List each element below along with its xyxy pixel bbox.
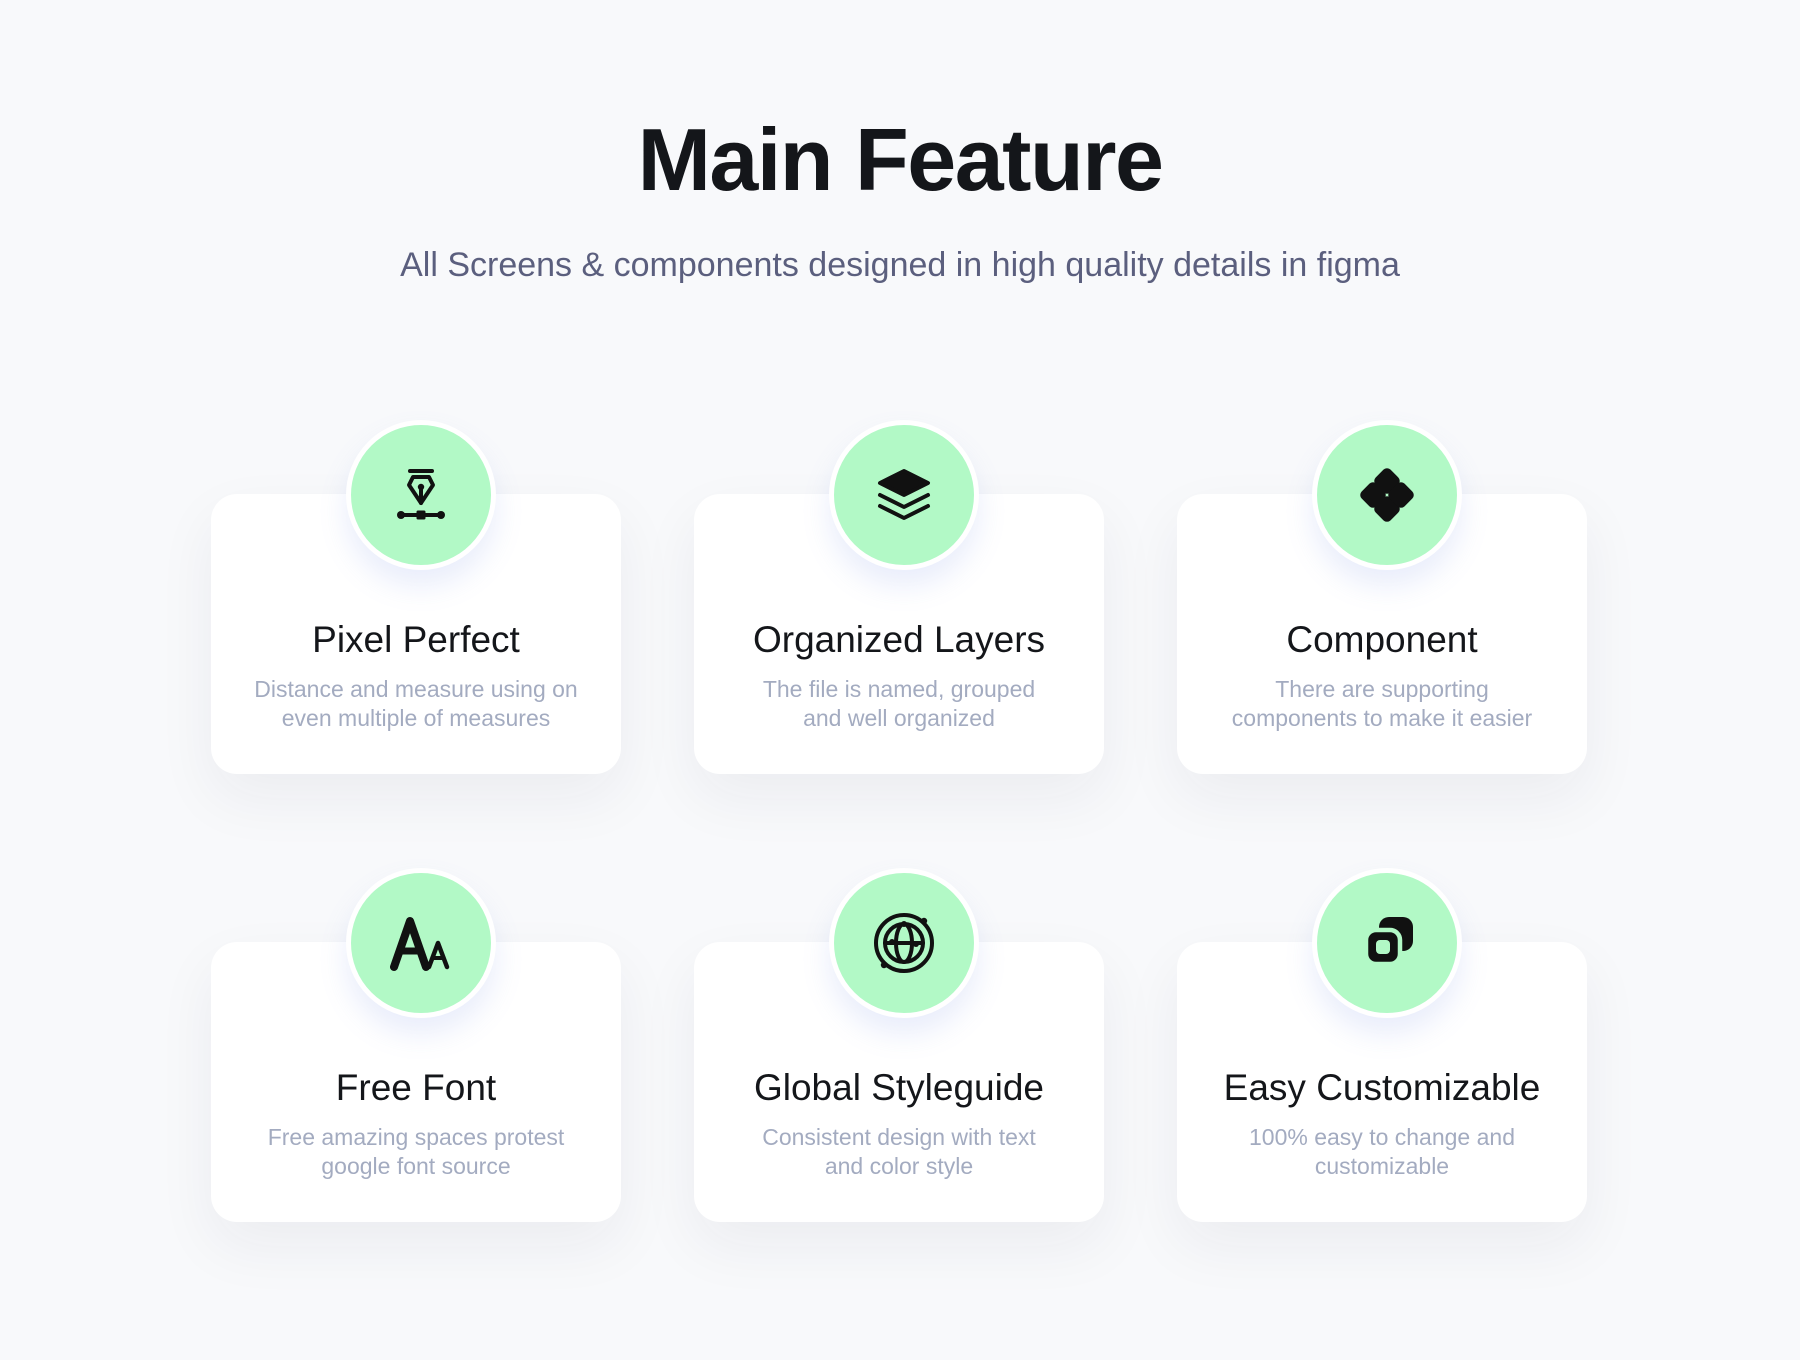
layers-icon [878,469,930,520]
page-subtitle: All Screens & components designed in hig… [400,246,1400,284]
feature-description-line: components to make it easier [1231,705,1533,731]
feature-icon-badge [1312,868,1462,1018]
feature-description: Free amazing spaces protest google font … [246,1123,586,1181]
feature-title: Component [1286,619,1478,660]
feature-card-easy-customizable: Easy Customizable 100% easy to change an… [1177,868,1587,1222]
feature-description-line: and color style [824,1153,974,1179]
globe-icon [874,913,934,973]
feature-description: The file is named, grouped and well orga… [729,675,1069,733]
feature-description-line: even multiple of measures [281,705,551,731]
font-icon [390,917,450,971]
feature-description-line: Free amazing spaces protest [267,1124,565,1150]
feature-description: 100% easy to change and customizable [1212,1123,1552,1181]
pen-tool-icon [397,469,445,520]
feature-title: Global Styleguide [753,1067,1045,1108]
feature-title: Pixel Perfect [312,619,520,660]
feature-card-component: Component There are supporting component… [1177,420,1587,774]
feature-card-free-font: Free Font Free amazing spaces protest go… [211,868,621,1222]
feature-description: Distance and measure using on even multi… [246,675,586,733]
component-icon [1360,468,1414,522]
feature-description-line: 100% easy to change and [1249,1124,1515,1150]
feature-icon-badge [1312,420,1462,570]
feature-card-pixel-perfect: Pixel Perfect Distance and measure using… [211,420,621,774]
feature-description-line: and well organized [803,705,995,731]
page-title: Main Feature [637,110,1164,209]
feature-card-global-styleguide: Global Styleguide Consistent design with… [694,868,1104,1222]
feature-title: Easy Customizable [1223,1067,1541,1108]
main-feature-page: Main Feature All Screens & components de… [0,0,1800,1360]
feature-description-line: Consistent design with text [762,1124,1036,1150]
feature-icon-badge [346,420,496,570]
feature-title: Free Font [335,1067,497,1108]
feature-icon-badge [829,420,979,570]
feature-title: Organized Layers [752,619,1046,660]
copy-icon [1363,917,1413,967]
feature-icon-badge [829,868,979,1018]
feature-icon-badge [346,868,496,1018]
feature-description-line: There are supporting [1275,676,1489,702]
feature-description: There are supporting components to make … [1212,675,1552,733]
feature-description-line: Distance and measure using on [254,676,578,702]
feature-card-organized-layers: Organized Layers The file is named, grou… [694,420,1104,774]
feature-description-line: customizable [1314,1153,1450,1179]
feature-description-line: google font source [321,1153,511,1179]
feature-description: Consistent design with text and color st… [729,1123,1069,1181]
feature-description-line: The file is named, grouped [762,676,1036,702]
